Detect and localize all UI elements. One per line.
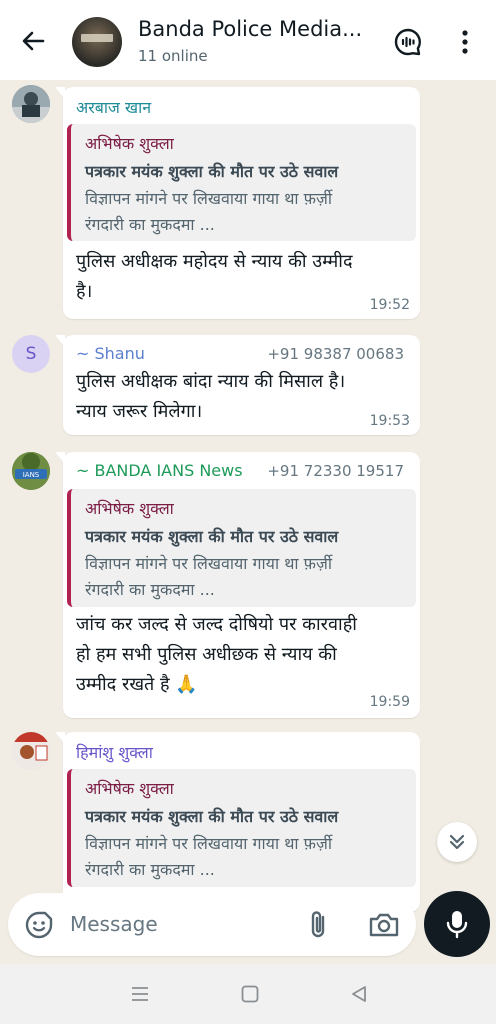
sender-name[interactable]: अरबाज खान <box>76 96 151 118</box>
avatar-letter: S <box>25 344 37 364</box>
quote-line: विज्ञापन मांगने पर लिखवाया गाया था फ़र्ज… <box>85 834 332 853</box>
message-bubble[interactable]: ~ BANDA IANS News +91 72330 19517 अभिषेक… <box>55 452 420 718</box>
message-time: 19:53 <box>369 413 410 429</box>
message-line: हो हम सभी पुलिस अधीछक से न्याय की <box>76 644 337 665</box>
chat-area[interactable]: अरबाज खान अभिषेक शुक्ला पत्रकार मयंक शुक… <box>0 80 496 964</box>
sender-phone[interactable]: +91 98387 00683 <box>267 345 404 363</box>
message-time: 19:59 <box>369 694 410 710</box>
quote-line: रंगदारी का मुकदमा ... <box>85 860 215 879</box>
more-vert-icon[interactable] <box>455 27 475 57</box>
message-line: न्याय जरूर मिलेगा। <box>76 401 203 422</box>
quote-line: रंगदारी का मुकदमा ... <box>85 580 215 599</box>
quoted-message[interactable]: अभिषेक शुक्ला पत्रकार मयंक शुक्ला की मौत… <box>67 489 416 607</box>
quote-author: अभिषेक शुक्ला <box>85 134 174 153</box>
message-composer <box>8 893 416 956</box>
group-avatar[interactable] <box>72 17 122 67</box>
quoted-message[interactable]: अभिषेक शुक्ला पत्रकार मयंक शुक्ला की मौत… <box>67 124 416 241</box>
paperclip-icon[interactable] <box>305 909 333 941</box>
message-text: पुलिस अधीक्षक महोदय से न्याय की उम्मीद ह… <box>76 247 353 307</box>
system-nav-bar <box>0 964 496 1024</box>
double-chevron-down-icon <box>449 834 465 850</box>
online-count: 11 online <box>138 47 208 65</box>
bubble-tail <box>55 732 65 744</box>
message-line: जांच कर जल्द से जल्द दोषियो पर कारवाही <box>76 614 357 635</box>
message-input[interactable] <box>70 907 290 941</box>
mic-button[interactable] <box>424 891 490 957</box>
camera-icon[interactable] <box>367 909 401 941</box>
sender-name[interactable]: ~ BANDA IANS News <box>76 461 243 480</box>
bubble-tail <box>55 452 65 464</box>
message-line: है। <box>76 281 93 302</box>
back-triangle-icon[interactable] <box>348 984 370 1004</box>
recents-icon[interactable] <box>129 984 151 1004</box>
quote-line: विज्ञापन मांगने पर लिखवाया गाया था फ़र्ज… <box>85 554 332 573</box>
sender-name[interactable]: ~ Shanu <box>76 344 145 363</box>
bubble-tail <box>55 335 65 347</box>
quoted-message[interactable]: अभिषेक शुक्ला पत्रकार मयंक शुक्ला की मौत… <box>67 769 416 887</box>
quote-author: अभिषेक शुक्ला <box>85 499 174 518</box>
avatar-logo-text: IANS <box>23 471 40 479</box>
quote-title: पत्रकार मयंक शुक्ला की मौत पर उठे सवाल <box>85 162 339 181</box>
message-line: उम्मीद रखते है 🙏 <box>76 674 198 695</box>
sender-phone[interactable]: +91 72330 19517 <box>267 462 404 480</box>
avatar[interactable] <box>12 85 50 123</box>
group-title[interactable]: Banda Police Media... <box>138 17 378 41</box>
quote-author: अभिषेक शुक्ला <box>85 779 174 798</box>
message-bubble[interactable]: हिमांशु शुक्ला अभिषेक शुक्ला पत्रकार मयं… <box>55 732 420 912</box>
message-line: पुलिस अधीक्षक महोदय से न्याय की उम्मीद <box>76 251 353 272</box>
quote-title: पत्रकार मयंक शुक्ला की मौत पर उठे सवाल <box>85 807 339 826</box>
scroll-to-bottom-button[interactable] <box>437 822 477 862</box>
sender-name[interactable]: हिमांशु शुक्ला <box>76 741 153 763</box>
avatar[interactable]: IANS <box>12 452 50 490</box>
message-time: 19:52 <box>369 297 410 313</box>
message-line: पुलिस अधीक्षक बांदा न्याय की मिसाल है। <box>76 371 346 392</box>
avatar[interactable]: S <box>12 335 50 373</box>
chat-header: Banda Police Media... 11 online <box>0 0 496 80</box>
quote-line: विज्ञापन मांगने पर लिखवाया गाया था फ़र्ज… <box>85 189 332 208</box>
voice-chat-icon[interactable] <box>393 27 423 57</box>
back-arrow-icon[interactable] <box>18 26 48 56</box>
quote-line: रंगदारी का मुकदमा ... <box>85 215 215 234</box>
home-icon[interactable] <box>240 984 260 1004</box>
message-text: पुलिस अधीक्षक बांदा न्याय की मिसाल है। न… <box>76 367 345 427</box>
bubble-tail <box>55 87 65 99</box>
sticker-icon[interactable] <box>24 910 54 940</box>
quote-title: पत्रकार मयंक शुक्ला की मौत पर उठे सवाल <box>85 527 339 546</box>
avatar-sign <box>81 34 113 42</box>
message-bubble[interactable]: अरबाज खान अभिषेक शुक्ला पत्रकार मयंक शुक… <box>55 87 420 319</box>
avatar[interactable] <box>12 732 50 770</box>
message-bubble[interactable]: ~ Shanu +91 98387 00683 पुलिस अधीक्षक बा… <box>55 335 420 435</box>
message-text: जांच कर जल्द से जल्द दोषियो पर कारवाही ह… <box>76 610 357 700</box>
mic-icon <box>446 911 468 939</box>
